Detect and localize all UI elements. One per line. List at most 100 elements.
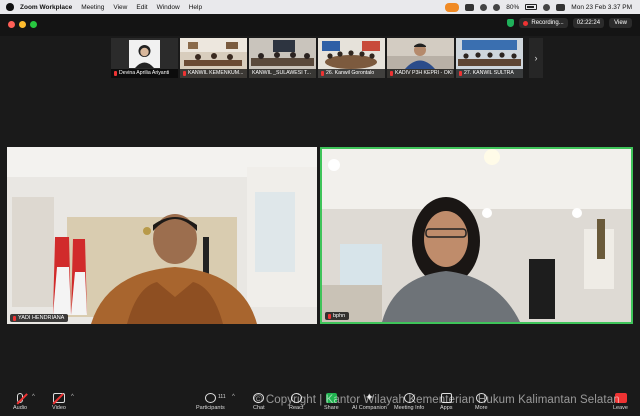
security-shield-icon[interactable] xyxy=(507,19,515,27)
participant-name: 27. KANWIL SULTRA xyxy=(464,70,514,76)
audio-button[interactable]: Audio xyxy=(13,393,27,411)
more-dots-icon xyxy=(475,393,487,403)
meeting-timer: 02:22:24 xyxy=(572,18,605,28)
screen-recording-icon[interactable] xyxy=(445,2,460,12)
mic-muted-icon xyxy=(114,71,117,76)
meeting-info-button[interactable]: Meeting Info xyxy=(394,393,424,411)
app-name-menu[interactable]: Zoom Workplace xyxy=(20,4,72,11)
wifi-icon[interactable] xyxy=(493,3,501,11)
zoom-titlebar: Recording... 02:22:24 View xyxy=(0,14,640,36)
chat-button[interactable]: Chat xyxy=(253,393,265,411)
close-window-button[interactable] xyxy=(8,21,15,28)
more-label: More xyxy=(475,405,488,411)
apps-grid-icon xyxy=(440,393,452,403)
participants-count: 111 xyxy=(218,394,226,400)
menu-help[interactable]: Help xyxy=(189,4,202,11)
participant-name-tag: YADI HENDRIANA xyxy=(10,314,69,322)
mic-muted-icon xyxy=(328,313,331,319)
next-page-chevron-icon[interactable]: › xyxy=(529,38,543,78)
recording-label: Recording... xyxy=(531,20,564,26)
mic-muted-icon xyxy=(321,71,324,76)
video-tile-bphn-active-speaker[interactable]: bphn xyxy=(320,147,633,324)
leave-label: Leave xyxy=(613,405,628,411)
audio-label: Audio xyxy=(13,405,28,411)
share-button[interactable]: Share xyxy=(324,393,339,411)
view-button[interactable]: View xyxy=(609,18,632,28)
thumbnail-name-label: KANWIL KEMENKUM... xyxy=(180,69,247,78)
leave-button[interactable]: Leave xyxy=(613,393,628,411)
participant-name: KANWIL KEMENKUM... xyxy=(188,70,244,76)
participants-icon xyxy=(204,393,216,403)
info-icon xyxy=(403,393,415,403)
participant-name: KADIV P3H KEPRI - OKI xyxy=(395,70,453,76)
react-label: React xyxy=(289,405,304,411)
participant-name: KANWIL _SULAWESI T... xyxy=(252,70,311,76)
thumbnail-kadiv-p3h-kepri[interactable]: KADIV P3H KEPRI - OKI xyxy=(387,38,454,78)
participant-name: YADI HENDRIANA xyxy=(18,315,65,321)
ai-companion-button[interactable]: ✦ AI Companion xyxy=(352,392,387,412)
menu-edit[interactable]: Edit xyxy=(136,4,147,11)
participant-name: 26. Kanwil Gorontalo xyxy=(326,70,375,76)
share-label: Share xyxy=(324,405,339,411)
thumbnail-kanwil-sultra[interactable]: 27. KANWIL SULTRA xyxy=(456,38,523,78)
audio-options-caret-icon[interactable]: ^ xyxy=(32,394,35,400)
sparkle-icon: ✦ xyxy=(364,392,375,404)
thumbnail-name-label: Devina Aprilia Ariyanti xyxy=(111,69,178,78)
battery-percentage: 80% xyxy=(506,3,520,11)
thumbnail-devina[interactable]: Devina Aprilia Ariyanti xyxy=(111,38,178,78)
leave-icon xyxy=(614,393,627,403)
mic-muted-icon xyxy=(390,71,393,76)
participant-name: bphn xyxy=(333,313,346,319)
menu-meeting[interactable]: Meeting xyxy=(81,4,104,11)
participant-name-tag: bphn xyxy=(325,312,350,320)
mic-muted-icon xyxy=(459,71,462,76)
thumbnail-kanwil-sulawesi[interactable]: KANWIL _SULAWESI T... xyxy=(249,38,316,78)
video-tile-yadi[interactable]: YADI HENDRIANA xyxy=(7,147,317,324)
menubar-clock[interactable]: Mon 23 Feb 3.37 PM xyxy=(571,4,632,11)
search-icon[interactable] xyxy=(543,3,551,11)
zoom-status-icon[interactable] xyxy=(465,3,475,11)
microphone-muted-icon xyxy=(17,393,24,403)
mic-muted-icon xyxy=(183,71,186,76)
thumbnail-kanwil-kemenkum[interactable]: KANWIL KEMENKUM... xyxy=(180,38,247,78)
recording-indicator[interactable]: Recording... xyxy=(519,18,568,28)
share-screen-icon xyxy=(325,393,337,403)
thumbnail-name-label: KADIV P3H KEPRI - OKI xyxy=(387,69,454,78)
more-button[interactable]: More xyxy=(475,393,488,411)
heart-icon xyxy=(290,393,302,403)
video-label: Video xyxy=(52,405,66,411)
apps-label: Apps xyxy=(440,405,453,411)
ai-companion-label: AI Companion xyxy=(352,405,387,411)
control-center-icon[interactable] xyxy=(556,3,566,11)
thumbnail-name-label: 27. KANWIL SULTRA xyxy=(456,69,523,78)
participant-name: Devina Aprilia Ariyanti xyxy=(119,70,170,76)
menu-view[interactable]: View xyxy=(113,4,127,11)
video-button[interactable]: Video xyxy=(52,393,66,411)
participants-options-caret-icon[interactable]: ^ xyxy=(232,394,235,400)
camera-off-icon xyxy=(52,393,65,403)
video-feed xyxy=(7,147,317,324)
menubar-status-area: 80% Mon 23 Feb 3.37 PM xyxy=(445,0,632,14)
control-icon[interactable] xyxy=(480,3,488,11)
video-feed xyxy=(322,149,631,322)
apple-icon[interactable] xyxy=(6,3,14,11)
react-button[interactable]: React xyxy=(289,393,303,411)
macos-menubar: Zoom Workplace Meeting View Edit Window … xyxy=(0,0,640,14)
meeting-toolbar: Audio ^ Video ^ Participants 111 ^ Chat … xyxy=(0,390,640,416)
minimize-window-button[interactable] xyxy=(19,21,26,28)
menu-window[interactable]: Window xyxy=(157,4,180,11)
participant-thumbnail-strip: Devina Aprilia Ariyanti KANWIL KEMENKUM.… xyxy=(111,38,523,78)
chat-bubble-icon xyxy=(253,393,265,403)
chat-label: Chat xyxy=(253,405,265,411)
fullscreen-window-button[interactable] xyxy=(30,21,37,28)
titlebar-controls: Recording... 02:22:24 View xyxy=(507,18,632,28)
apps-button[interactable]: Apps xyxy=(440,393,453,411)
recording-dot-icon xyxy=(523,20,529,26)
battery-icon[interactable] xyxy=(525,4,538,10)
thumbnail-name-label: KANWIL _SULAWESI T... xyxy=(249,69,316,78)
thumbnail-kanwil-gorontalo[interactable]: 26. Kanwil Gorontalo xyxy=(318,38,385,78)
mic-muted-icon xyxy=(13,315,16,321)
meeting-info-label: Meeting Info xyxy=(394,405,425,411)
thumbnail-name-label: 26. Kanwil Gorontalo xyxy=(318,69,385,78)
video-options-caret-icon[interactable]: ^ xyxy=(71,394,74,400)
